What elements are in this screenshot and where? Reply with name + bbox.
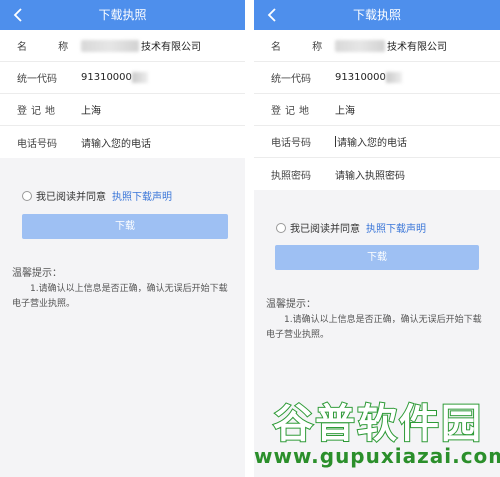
header-bar: 下载执照 [254,0,500,30]
row-company-name: 名 称 技术有限公司 [254,30,500,62]
license-password-input[interactable]: 请输入执照密码 [335,167,405,182]
download-button[interactable]: 下载 [22,214,228,239]
redacted-text [335,39,385,52]
agree-row[interactable]: 我已阅读并同意 执照下载声明 [22,188,172,203]
info-form: 名 称 技术有限公司 统一代码 91310000 登记地 上海 电话号码 请输入… [0,30,245,158]
field-label: 执照密码 [271,170,311,182]
statement-link[interactable]: 执照下载声明 [366,220,426,235]
radio-icon[interactable] [22,190,32,201]
download-button[interactable]: 下载 [275,245,479,270]
field-label: 名 称 [17,42,83,53]
agree-text: 我已阅读并同意 [290,224,360,235]
tips-title: 温馨提示： [12,268,62,279]
tips-body: 1.请确认以上信息是否正确，确认无误后开始下载 电子营业执照。 [12,284,228,309]
watermark-url: www.gupuxiazai.com [254,444,500,468]
page-title: 下载执照 [352,8,401,22]
agree-row[interactable]: 我已阅读并同意 执照下载声明 [276,220,426,235]
row-credit-code: 统一代码 91310000 [0,62,245,94]
row-register-place: 登记地 上海 [0,94,245,126]
register-place-value: 上海 [335,106,355,117]
field-label: 登记地 [271,106,313,117]
phone-input[interactable]: 请输入您的电话 [335,134,407,149]
field-label: 电话号码 [271,138,311,149]
field-label: 名 称 [271,42,337,53]
left-screen: 下载执照 名 称 技术有限公司 统一代码 91310000 登记地 上海 电话号… [0,0,245,477]
credit-code-value: 91310000 [81,72,148,83]
row-phone[interactable]: 电话号码 请输入您的电话 [254,126,500,158]
info-form: 名 称 技术有限公司 统一代码 91310000 登记地 上海 电话号码 请输入… [254,30,500,190]
field-label: 统一代码 [271,74,311,85]
redacted-text [81,39,139,52]
radio-icon[interactable] [276,222,286,233]
agree-text: 我已阅读并同意 [36,192,106,203]
text-caret [335,136,336,147]
row-license-password[interactable]: 执照密码 请输入执照密码 [254,158,500,190]
company-name-value: 技术有限公司 [81,38,201,53]
tips-title: 温馨提示： [266,299,316,310]
field-label: 统一代码 [17,74,57,85]
page-title: 下载执照 [98,8,147,22]
header-bar: 下载执照 [0,0,245,30]
row-credit-code: 统一代码 91310000 [254,62,500,94]
credit-code-value: 91310000 [335,72,402,83]
statement-link[interactable]: 执照下载声明 [112,188,172,203]
row-register-place: 登记地 上海 [254,94,500,126]
field-label: 登记地 [17,106,59,117]
watermark-brand: 谷普软件园 [272,400,483,448]
company-name-value: 技术有限公司 [335,38,447,53]
redacted-text [385,72,402,83]
register-place-value: 上海 [81,106,101,117]
row-company-name: 名 称 技术有限公司 [0,30,245,62]
watermark: 谷普软件园 www.gupuxiazai.com [254,392,500,477]
redacted-text [131,72,148,83]
tips-body: 1.请确认以上信息是否正确，确认无误后开始下载 电子营业执照。 [266,315,482,340]
phone-input[interactable]: 请输入您的电话 [81,135,151,150]
row-phone[interactable]: 电话号码 请输入您的电话 [0,126,245,158]
field-label: 电话号码 [17,138,57,150]
